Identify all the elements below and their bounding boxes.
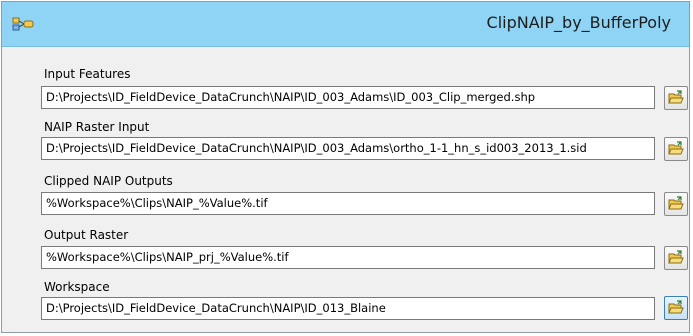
naip-raster-input-field[interactable]: D:\Projects\ID_FieldDevice_DataCrunch\NA… xyxy=(41,137,655,160)
label-workspace: Workspace xyxy=(44,280,110,294)
label-output-raster: Output Raster xyxy=(44,228,129,242)
input-features-field[interactable]: D:\Projects\ID_FieldDevice_DataCrunch\NA… xyxy=(41,86,655,109)
label-clipped-naip-outputs: Clipped NAIP Outputs xyxy=(44,174,173,188)
output-raster-field[interactable]: %Workspace%\Clips\NAIP_prj_%Value%.tif xyxy=(41,246,655,269)
browse-button-output-raster[interactable] xyxy=(664,246,688,270)
label-naip-raster-input: NAIP Raster Input xyxy=(44,120,150,134)
title-bar: ClipNAIP_by_BufferPoly xyxy=(2,2,689,47)
tool-dialog: ClipNAIP_by_BufferPoly Input Features D:… xyxy=(1,1,690,333)
model-tool-icon xyxy=(12,16,34,31)
browse-button-clipped-outputs[interactable] xyxy=(664,192,688,216)
workspace-field[interactable]: D:\Projects\ID_FieldDevice_DataCrunch\NA… xyxy=(41,297,655,320)
browse-button-naip-raster[interactable] xyxy=(664,137,688,161)
browse-button-input-features[interactable] xyxy=(664,86,688,110)
clipped-naip-outputs-field[interactable]: %Workspace%\Clips\NAIP_%Value%.tif xyxy=(41,192,655,215)
label-input-features: Input Features xyxy=(44,67,131,81)
browse-button-workspace[interactable] xyxy=(664,296,688,320)
parameter-panel: Input Features D:\Projects\ID_FieldDevic… xyxy=(2,47,689,332)
window-title: ClipNAIP_by_BufferPoly xyxy=(486,13,671,32)
